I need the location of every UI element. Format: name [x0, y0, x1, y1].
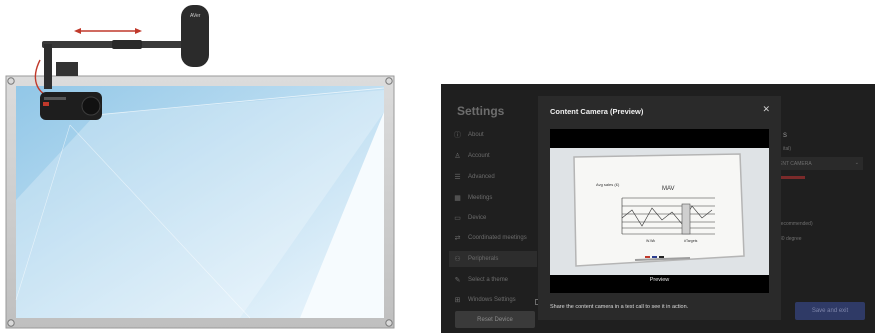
preview-whiteboard	[573, 153, 745, 267]
sidebar-item-windows-settings[interactable]: ⊞ Windows Settings	[453, 292, 545, 308]
content-camera-select[interactable]: ENT CAMERA ⌄	[775, 157, 863, 170]
sidebar-item-peripherals[interactable]: ⚇ Peripherals	[449, 251, 537, 267]
camera-led	[43, 102, 49, 106]
dialog-description: Share the content camera in a test call …	[550, 304, 689, 310]
camera-lens-icon	[81, 96, 101, 116]
sidebar-item-device[interactable]: ▭ Device	[453, 210, 545, 226]
field-hint-fragment: ital)	[783, 146, 792, 152]
sidebar-item-label: Device	[468, 215, 487, 221]
mount-post	[44, 44, 52, 89]
sidebar-item-label: Advanced	[468, 174, 495, 180]
content-camera-select-value: ENT CAMERA	[779, 160, 812, 167]
save-and-exit-button[interactable]: Save and exit	[795, 302, 865, 320]
marker	[659, 256, 664, 258]
marker	[645, 256, 650, 258]
counterweight-logo: AVer	[190, 13, 201, 19]
camera-label-strip	[44, 97, 66, 100]
chevron-down-icon: ⌄	[854, 160, 859, 166]
sync-icon: ⇄	[454, 235, 461, 242]
sidebar-item-label: Peripherals	[468, 256, 499, 262]
content-camera-preview-dialog: Content Camera (Preview) ✕ MAV Avg sales…	[538, 96, 781, 320]
peripherals-icon: ⚇	[454, 256, 461, 263]
arrow-left-icon	[74, 28, 81, 34]
settings-window: Settings ⓘ About ♙ Account ☰ Advanced ▦ …	[441, 84, 875, 333]
section-heading-fragment: s	[783, 130, 787, 139]
sidebar-item-label: About	[468, 132, 484, 138]
sidebar-item-label: Account	[468, 153, 490, 159]
sidebar-item-select-theme[interactable]: ✎ Select a theme	[453, 272, 545, 288]
info-icon: ⓘ	[454, 132, 461, 139]
sidebar-item-meetings[interactable]: ▦ Meetings	[453, 190, 545, 206]
whiteboard-label-bottom-right: #Targets	[684, 239, 698, 243]
monitor-icon: ▭	[454, 215, 461, 222]
sliders-icon: ☰	[454, 174, 461, 181]
camera-whiteboard-illustration: AVer	[5, 5, 395, 329]
preview-image: MAV Avg sales (£) W.Wk #Targets	[550, 148, 769, 275]
person-icon: ♙	[454, 153, 461, 160]
preview-label: Preview	[649, 277, 670, 283]
corner-bolt-icon	[7, 77, 15, 85]
settings-title: Settings	[457, 104, 505, 118]
page: AVer Settings ⓘ About ♙ Account ☰ Advanc…	[0, 0, 875, 333]
sidebar-item-label: Meetings	[468, 195, 493, 201]
corner-bolt-icon	[385, 77, 393, 85]
whiteboard-label-top: MAV	[662, 186, 675, 192]
sidebar-item-coordinated-meetings[interactable]: ⇄ Coordinated meetings	[453, 230, 545, 246]
option-fragment: recommended)	[779, 221, 813, 227]
dialog-title: Content Camera (Preview)	[550, 107, 644, 116]
whiteboard-label-bottom-left: W.Wk	[646, 239, 655, 243]
arrow-right-icon	[135, 28, 142, 34]
sidebar-item-about[interactable]: ⓘ About	[453, 127, 545, 143]
corner-bolt-icon	[7, 319, 15, 327]
sidebar-item-label: Select a theme	[468, 277, 509, 283]
mount-arm-sleeve	[112, 40, 142, 49]
clamp-bracket	[56, 62, 78, 76]
corner-bolt-icon	[385, 319, 393, 327]
windows-icon: ⊞	[454, 297, 461, 304]
sidebar-item-account[interactable]: ♙ Account	[453, 148, 545, 164]
whiteboard-label-left: Avg sales (£)	[596, 182, 620, 187]
sidebar-item-label: Coordinated meetings	[468, 235, 527, 241]
calendar-icon: ▦	[454, 195, 461, 202]
option-fragment: 80 degree	[779, 236, 802, 242]
close-icon[interactable]: ✕	[762, 104, 770, 115]
sidebar-item-advanced[interactable]: ☰ Advanced	[453, 169, 545, 185]
reset-device-button[interactable]: Reset Device	[455, 311, 535, 328]
marker	[652, 256, 657, 258]
sidebar-item-label: Windows Settings	[468, 297, 516, 303]
palette-icon: ✎	[454, 277, 461, 284]
camera-preview-area: MAV Avg sales (£) W.Wk #Targets Preview	[550, 129, 769, 293]
